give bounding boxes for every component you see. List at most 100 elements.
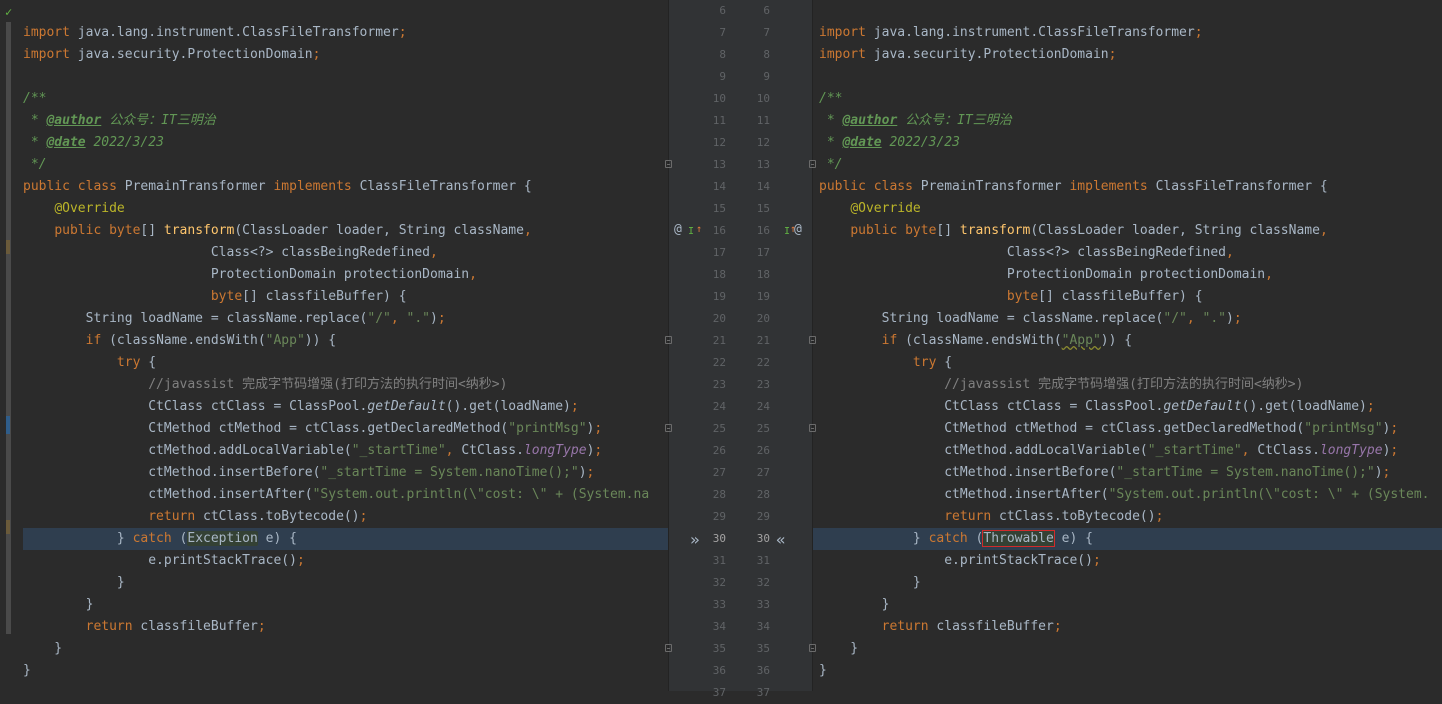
left-line-number: 18 (712, 268, 726, 281)
code-line[interactable]: import java.security.ProtectionDomain; (23, 44, 320, 66)
fold-marker-icon[interactable] (809, 644, 816, 652)
left-line-number: 20 (712, 312, 726, 325)
code-line[interactable]: byte[] classfileBuffer) { (819, 286, 1203, 308)
right-line-number: 23 (756, 378, 770, 391)
code-line[interactable]: * @author 公众号：IT三明治 (23, 110, 216, 132)
code-line[interactable]: try { (819, 352, 952, 374)
fold-marker-icon[interactable] (665, 160, 672, 168)
code-line[interactable]: if (className.endsWith("App")) { (23, 330, 336, 352)
left-scroll-stripe[interactable] (6, 22, 11, 634)
code-line[interactable]: } (23, 594, 94, 616)
right-editor-pane[interactable]: import java.lang.instrument.ClassFileTra… (813, 0, 1442, 691)
code-line[interactable]: } (23, 572, 125, 594)
right-line-number: 12 (756, 136, 770, 149)
fold-marker-icon[interactable] (809, 424, 816, 432)
code-line[interactable]: ctMethod.insertBefore("_startTime = Syst… (819, 462, 1390, 484)
code-token: /** (819, 91, 843, 106)
code-line[interactable]: ctMethod.insertBefore("_startTime = Syst… (23, 462, 594, 484)
code-line[interactable]: try { (23, 352, 156, 374)
code-line[interactable]: public class PremainTransformer implemen… (23, 176, 532, 198)
code-token: ; (1092, 553, 1101, 568)
code-token: if (881, 333, 906, 348)
code-line[interactable]: import java.lang.instrument.ClassFileTra… (23, 22, 407, 44)
fold-marker-icon[interactable] (665, 424, 672, 432)
code-line[interactable]: ProtectionDomain protectionDomain, (23, 264, 477, 286)
code-line[interactable]: } catch (Exception e) { (23, 528, 297, 550)
override-icon[interactable]: @ (674, 222, 682, 237)
code-line[interactable]: return ctClass.toBytecode(); (23, 506, 367, 528)
fold-marker-icon[interactable] (665, 644, 672, 652)
inspection-ok-icon[interactable]: ✓ (5, 5, 12, 19)
code-line[interactable]: ctMethod.insertAfter("System.out.println… (23, 484, 649, 506)
code-token: , (1265, 267, 1273, 282)
code-line[interactable]: if (className.endsWith("App")) { (819, 330, 1132, 352)
code-line[interactable]: CtMethod ctMethod = ctClass.getDeclaredM… (819, 418, 1398, 440)
code-line[interactable]: */ (23, 154, 47, 176)
implement-icon[interactable]: I (688, 226, 694, 237)
code-line[interactable]: @Override (23, 198, 124, 220)
code-line[interactable]: } (819, 660, 827, 682)
code-line[interactable]: CtClass ctClass = ClassPool.getDefault()… (23, 396, 579, 418)
fold-marker-icon[interactable] (809, 336, 816, 344)
code-line[interactable]: } (819, 638, 858, 660)
code-line[interactable]: @Override (819, 198, 920, 220)
code-token: } (819, 641, 859, 656)
code-line[interactable]: String loadName = className.replace("/",… (23, 308, 446, 330)
code-token: Throwable (982, 530, 1055, 547)
code-line[interactable]: return classfileBuffer; (819, 616, 1062, 638)
code-line[interactable]: import java.lang.instrument.ClassFileTra… (819, 22, 1203, 44)
code-line[interactable]: } (819, 594, 890, 616)
override-icon-right[interactable]: @ (794, 222, 802, 237)
code-line[interactable]: } (23, 660, 31, 682)
code-line[interactable]: ctMethod.insertAfter("System.out.println… (819, 484, 1429, 506)
left-line-number: 8 (719, 48, 726, 61)
code-token: ctMethod.insertBefore( (23, 465, 321, 480)
code-line[interactable]: public byte[] transform(ClassLoader load… (819, 220, 1327, 242)
code-line[interactable]: ctMethod.addLocalVariable("_startTime", … (23, 440, 602, 462)
code-line[interactable]: public class PremainTransformer implemen… (819, 176, 1328, 198)
code-line[interactable]: String loadName = className.replace("/",… (819, 308, 1242, 330)
right-line-number: 15 (756, 202, 770, 215)
code-token: "_startTime = System.nanoTime();" (320, 465, 579, 480)
code-token: (className.endsWith( (905, 333, 1062, 348)
left-editor-pane[interactable]: ✓ import java.lang.instrument.ClassFileT… (0, 0, 668, 691)
code-line[interactable]: //javassist 完成字节码增强(打印方法的执行时间<纳秒>) (819, 374, 1303, 396)
apply-right-chevron-icon[interactable]: « (776, 530, 786, 549)
code-line[interactable]: * @date 2022/3/23 (23, 132, 164, 154)
apply-left-chevron-icon[interactable]: » (690, 530, 700, 549)
code-line[interactable]: CtMethod ctMethod = ctClass.getDeclaredM… (23, 418, 602, 440)
code-line[interactable]: /** (23, 88, 46, 110)
code-line[interactable]: ctMethod.addLocalVariable("_startTime", … (819, 440, 1398, 462)
code-line[interactable]: Class<?> classBeingRedefined, (819, 242, 1234, 264)
code-token: "_startTime" (351, 443, 446, 458)
code-token: @author (842, 113, 898, 128)
fold-marker-icon[interactable] (809, 160, 816, 168)
code-line[interactable]: * @author 公众号：IT三明治 (819, 110, 1012, 132)
arrow-up-icon[interactable]: ↑ (696, 224, 702, 235)
code-line[interactable]: */ (819, 154, 843, 176)
code-line[interactable]: return ctClass.toBytecode(); (819, 506, 1163, 528)
code-line[interactable]: //javassist 完成字节码增强(打印方法的执行时间<纳秒>) (23, 374, 507, 396)
right-line-number: 25 (756, 422, 770, 435)
fold-marker-icon[interactable] (665, 336, 672, 344)
code-line[interactable]: ProtectionDomain protectionDomain, (819, 264, 1273, 286)
code-line[interactable]: /** (819, 88, 842, 110)
code-line[interactable]: e.printStackTrace(); (819, 550, 1101, 572)
code-line[interactable]: e.printStackTrace(); (23, 550, 305, 572)
code-line[interactable]: public byte[] transform(ClassLoader load… (23, 220, 531, 242)
code-line[interactable]: } (23, 638, 62, 660)
code-line[interactable]: } catch (Throwable e) { (819, 528, 1093, 550)
code-line[interactable]: return classfileBuffer; (23, 616, 266, 638)
code-token: e.printStackTrace() (23, 553, 297, 568)
code-line[interactable]: CtClass ctClass = ClassPool.getDefault()… (819, 396, 1375, 418)
code-line[interactable]: import java.security.ProtectionDomain; (819, 44, 1116, 66)
code-token: ; (1155, 509, 1164, 524)
code-line[interactable]: } (819, 572, 921, 594)
code-token: } (23, 597, 94, 612)
code-line[interactable]: * @date 2022/3/23 (819, 132, 960, 154)
code-line[interactable]: Class<?> classBeingRedefined, (23, 242, 438, 264)
code-token: ; (1390, 421, 1399, 436)
code-line[interactable]: byte[] classfileBuffer) { (23, 286, 407, 308)
